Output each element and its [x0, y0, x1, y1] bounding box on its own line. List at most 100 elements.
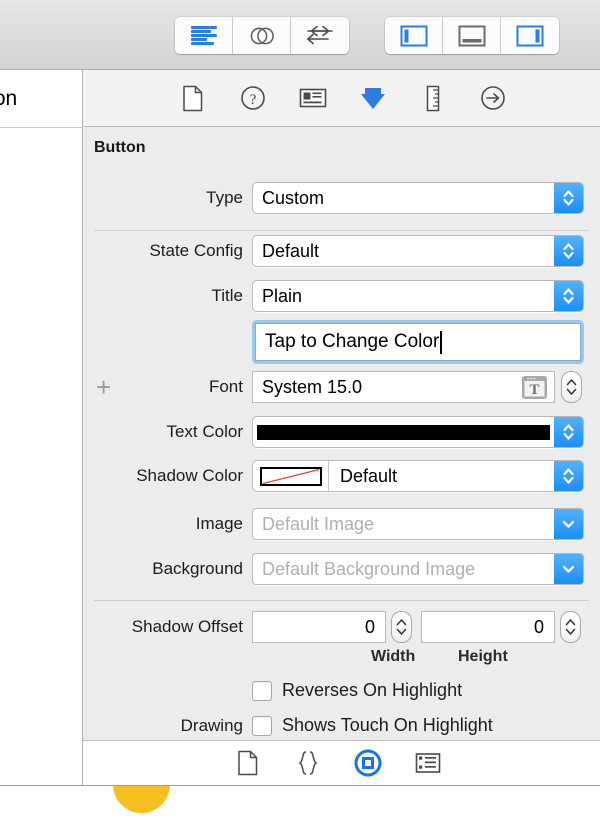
- type-value: Custom: [262, 187, 325, 208]
- shadow-offset-height-value: 0: [533, 616, 544, 637]
- page-bottom-background: [0, 786, 600, 818]
- filmstrip-icon: [415, 753, 441, 773]
- xcode-inspector-window: ton ?: [0, 0, 600, 818]
- title-row: Title Plain: [83, 280, 600, 312]
- toggle-utilities-button[interactable]: [501, 17, 559, 54]
- font-panel-icon[interactable]: T: [521, 375, 548, 405]
- align-lines-icon: [190, 26, 217, 45]
- shadow-offset-height-input[interactable]: 0: [421, 611, 555, 643]
- drawing-label: Drawing: [180, 715, 243, 735]
- font-row: Font System 15.0 T: [83, 371, 600, 403]
- shadow-color-row: Shadow Color Default: [83, 460, 600, 492]
- editor-assistant-button[interactable]: [233, 17, 291, 54]
- inspector-tab-bar[interactable]: ?: [83, 70, 600, 127]
- chevron-down-icon[interactable]: [554, 509, 583, 539]
- image-combo-box[interactable]: Default Image: [252, 508, 584, 540]
- file-inspector-tab[interactable]: [173, 78, 213, 118]
- color-swatch[interactable]: [257, 417, 550, 447]
- text-color-label: Text Color: [166, 422, 243, 441]
- text-color-well[interactable]: [252, 416, 584, 448]
- editor-standard-button[interactable]: [175, 17, 233, 54]
- left-panel-icon: [400, 25, 427, 46]
- title-value: Plain: [262, 285, 303, 306]
- font-field[interactable]: System 15.0 T: [252, 371, 555, 403]
- truncated-label: ton: [0, 86, 18, 110]
- title-text-value: Tap to Change Color: [265, 331, 440, 352]
- svg-text:T: T: [529, 382, 539, 398]
- divider: [94, 230, 589, 231]
- size-inspector-tab[interactable]: [413, 78, 453, 118]
- image-row: Image Default Image: [83, 508, 600, 540]
- state-config-row: State Config Default: [83, 235, 600, 267]
- shows-touch-on-highlight-row[interactable]: Drawing Shows Touch On Highlight: [83, 715, 600, 736]
- editor-version-button[interactable]: [291, 17, 349, 54]
- file-icon: [183, 85, 203, 111]
- question-circle-icon: ?: [241, 86, 265, 110]
- attributes-inspector-tab[interactable]: [353, 78, 393, 118]
- shadow-color-swatch[interactable]: [253, 461, 329, 491]
- image-placeholder: Default Image: [262, 513, 375, 534]
- connections-inspector-tab[interactable]: [473, 78, 513, 118]
- page-title: Button: [94, 139, 146, 156]
- type-row: Type Custom: [83, 182, 600, 214]
- shadow-offset-height-stepper[interactable]: [560, 611, 581, 643]
- braces-icon: [298, 751, 318, 775]
- shadow-offset-width-input[interactable]: 0: [252, 611, 386, 643]
- attributes-inspector-panel: Button Type Custom State Config Default: [83, 127, 600, 740]
- shadow-offset-width-sublabel: Width: [371, 648, 416, 665]
- reverses-on-highlight-checkbox[interactable]: [252, 680, 272, 701]
- shadow-offset-height-sublabel: Height: [458, 648, 508, 665]
- chevron-down-icon[interactable]: [554, 554, 583, 584]
- left-editor-sliver: ton: [0, 70, 83, 748]
- file-template-library-button[interactable]: [228, 743, 268, 783]
- editor-mode-segmented-control[interactable]: [175, 17, 349, 54]
- text-color-row: Text Color: [83, 416, 600, 448]
- chevron-updown-icon[interactable]: [554, 461, 583, 491]
- code-snippet-library-button[interactable]: [288, 743, 328, 783]
- shows-touch-on-highlight-label: Shows Touch On Highlight: [282, 715, 493, 735]
- shadow-offset-row: Shadow Offset 0 0: [83, 611, 600, 643]
- top-toolbar: [0, 0, 600, 70]
- shadow-color-popup-button[interactable]: Default: [252, 460, 584, 492]
- chevron-updown-icon[interactable]: [554, 417, 583, 447]
- reverses-on-highlight-label: Reverses On Highlight: [282, 680, 463, 700]
- svg-text:?: ?: [250, 92, 257, 108]
- identity-card-icon: [299, 88, 327, 108]
- font-label: Font: [208, 377, 243, 396]
- toggle-navigator-button[interactable]: [385, 17, 443, 54]
- type-popup-button[interactable]: Custom: [252, 182, 584, 214]
- toggle-debug-area-button[interactable]: [443, 17, 501, 54]
- media-library-button[interactable]: [408, 743, 448, 783]
- circle-square-icon: [354, 749, 382, 777]
- chevron-updown-icon[interactable]: [554, 281, 583, 311]
- font-size-stepper[interactable]: [561, 371, 582, 403]
- arrow-circle-icon: [481, 86, 505, 110]
- file-icon: [238, 750, 258, 776]
- chevron-updown-icon[interactable]: [554, 183, 583, 213]
- background-placeholder: Default Background Image: [262, 558, 476, 579]
- right-panel-icon: [516, 25, 544, 46]
- shadow-color-value: Default: [340, 465, 398, 486]
- state-config-popup-button[interactable]: Default: [252, 235, 584, 267]
- panel-toggles-segmented-control[interactable]: [385, 17, 559, 54]
- swap-arrows-icon: [307, 25, 333, 44]
- identity-inspector-tab[interactable]: [293, 78, 333, 118]
- quick-help-inspector-tab[interactable]: ?: [233, 78, 273, 118]
- title-popup-button[interactable]: Plain: [252, 280, 584, 312]
- title-text-field[interactable]: Tap to Change Color: [255, 323, 581, 361]
- object-library-button[interactable]: [348, 743, 388, 783]
- background-combo-box[interactable]: Default Background Image: [252, 553, 584, 585]
- shadow-offset-width-stepper[interactable]: [391, 611, 412, 643]
- chevron-updown-icon[interactable]: [554, 236, 583, 266]
- library-selector-bar[interactable]: [83, 740, 600, 786]
- title-text-field-focus-ring: Tap to Change Color: [252, 320, 584, 364]
- reverses-on-highlight-row[interactable]: Reverses On Highlight: [83, 680, 600, 701]
- shows-touch-on-highlight-checkbox[interactable]: [252, 715, 272, 736]
- shadow-offset-label: Shadow Offset: [131, 617, 243, 636]
- text-caret: [440, 330, 442, 354]
- bottom-left-sliver: [0, 740, 83, 786]
- shadow-offset-width-value: 0: [364, 616, 375, 637]
- venn-circles-icon: [250, 27, 274, 44]
- shadow-color-label: Shadow Color: [136, 466, 243, 485]
- title-label: Title: [211, 286, 244, 305]
